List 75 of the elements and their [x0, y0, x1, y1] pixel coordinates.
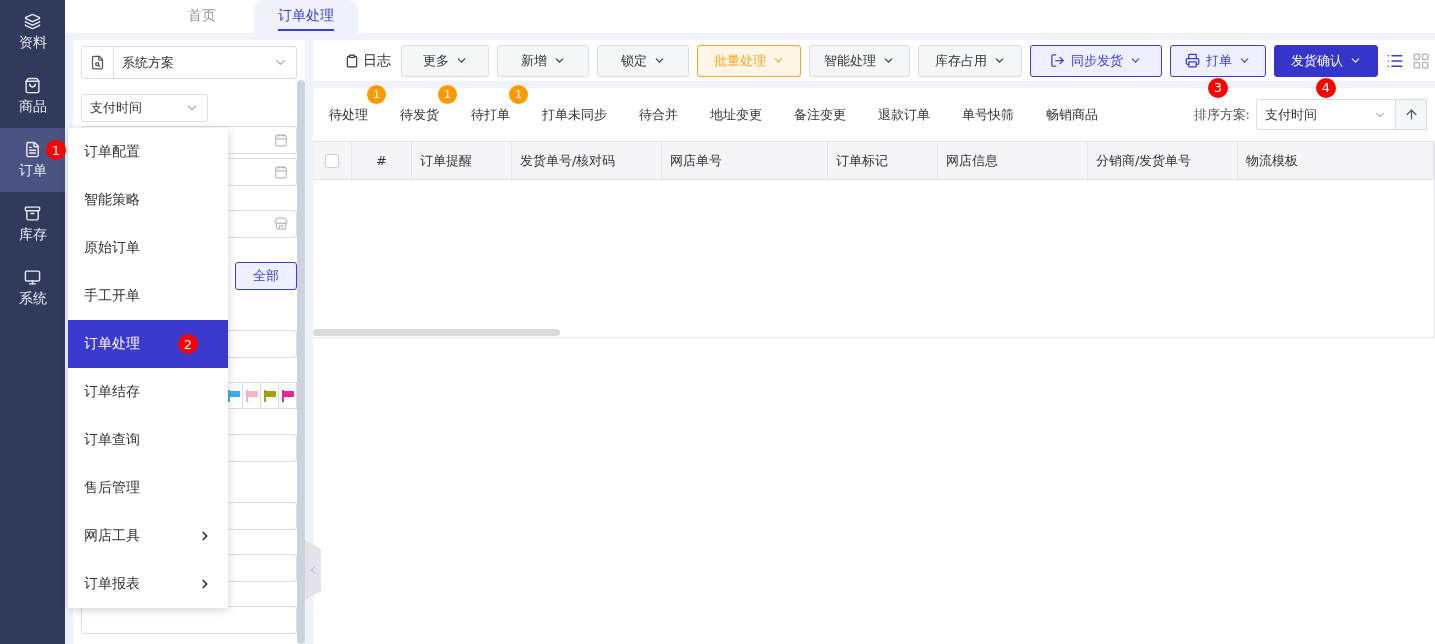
store-icon: [274, 217, 288, 231]
calendar-icon: [274, 133, 288, 147]
sort-select[interactable]: 支付时间: [1256, 99, 1396, 130]
toolbar-button[interactable]: 智能处理: [809, 44, 910, 77]
menu-item[interactable]: 订单处理 2: [68, 320, 228, 368]
menu-item[interactable]: 订单查询: [68, 416, 228, 464]
status-tab[interactable]: 备注变更: [794, 105, 846, 124]
menu-item[interactable]: 订单报表: [68, 560, 228, 608]
sidebar-item[interactable]: 商品: [0, 64, 65, 128]
menu-item[interactable]: 手工开单: [68, 272, 228, 320]
column-header: #: [352, 142, 412, 179]
flag-option[interactable]: [242, 382, 261, 409]
toolbar-button[interactable]: 锁定: [597, 44, 689, 77]
sort-direction-button[interactable]: [1396, 99, 1427, 130]
status-tab[interactable]: 退款订单: [878, 105, 930, 124]
all-button[interactable]: 全部: [235, 262, 297, 290]
menu-item[interactable]: 智能策略: [68, 176, 228, 224]
count-badge: 1: [509, 84, 528, 104]
search-doc-icon: [90, 55, 105, 70]
toolbar-button[interactable]: 库存占用: [918, 44, 1022, 77]
input-field[interactable]: [81, 606, 297, 634]
column-header: 网店信息: [938, 142, 1088, 179]
log-link[interactable]: 日志: [345, 51, 391, 70]
clipboard-icon: [345, 53, 359, 68]
step-badge: 4: [1316, 77, 1336, 98]
sort-label: 排序方案:: [1193, 105, 1250, 124]
count-badge: 1: [367, 84, 386, 104]
menu-item[interactable]: 原始订单: [68, 224, 228, 272]
status-tab[interactable]: 打单未同步: [542, 105, 607, 124]
toolbar-button[interactable]: 同步发货: [1030, 44, 1162, 77]
menu-item[interactable]: 网店工具: [68, 512, 228, 560]
count-badge: 1: [438, 84, 457, 104]
nav-label: 系统: [18, 289, 47, 308]
status-tab[interactable]: 单号快筛: [962, 105, 1014, 124]
nav-icon: [24, 268, 41, 286]
scheme-select[interactable]: 系统方案: [81, 46, 297, 79]
grid-view-icon[interactable]: [1412, 51, 1430, 70]
step-badge: 1: [46, 140, 66, 160]
column-header: 订单标记: [828, 142, 938, 179]
toolbar-button[interactable]: 新增: [497, 44, 589, 77]
flag-option[interactable]: [260, 382, 279, 409]
nav-label: 资料: [18, 33, 47, 52]
page-tab[interactable]: 订单处理: [254, 0, 358, 33]
select-all-checkbox[interactable]: [325, 153, 339, 168]
nav-label: 库存: [18, 225, 47, 244]
menu-item[interactable]: 订单结存: [68, 368, 228, 416]
flag-option[interactable]: [278, 382, 297, 409]
printer-icon: [1185, 53, 1200, 68]
column-header: 分销商/发货单号: [1088, 142, 1238, 179]
menu-item[interactable]: 订单配置: [68, 128, 228, 176]
sidebar-item[interactable]: 资料: [0, 0, 65, 64]
menu-item[interactable]: 售后管理: [68, 464, 228, 512]
column-header: 网店单号: [662, 142, 828, 179]
toolbar-button[interactable]: 更多: [401, 44, 489, 77]
calendar-icon: [274, 165, 288, 179]
step-badge: 3: [1208, 77, 1228, 98]
nav-icon: [24, 12, 41, 30]
time-select[interactable]: 支付时间: [81, 94, 208, 122]
nav-icon: [24, 140, 41, 158]
nav-icon: [24, 204, 41, 222]
column-header: 物流模板: [1238, 142, 1434, 179]
scrollbar[interactable]: [313, 329, 560, 336]
status-tab[interactable]: 地址变更: [710, 105, 762, 124]
nav-icon: [24, 76, 41, 94]
step-badge: 2: [178, 334, 198, 354]
status-tab[interactable]: 待合并: [639, 105, 678, 124]
status-tab[interactable]: 畅销商品: [1046, 105, 1098, 124]
nav-label: 订单: [18, 161, 47, 180]
sidebar-item[interactable]: 订单 1: [0, 128, 65, 192]
sidebar-item[interactable]: 系统: [0, 256, 65, 320]
scrollbar[interactable]: [297, 80, 305, 644]
sidebar-item[interactable]: 库存: [0, 192, 65, 256]
column-header: 发货单号/核对码: [512, 142, 662, 179]
column-header: 订单提醒: [412, 142, 512, 179]
nav-label: 商品: [18, 97, 47, 116]
